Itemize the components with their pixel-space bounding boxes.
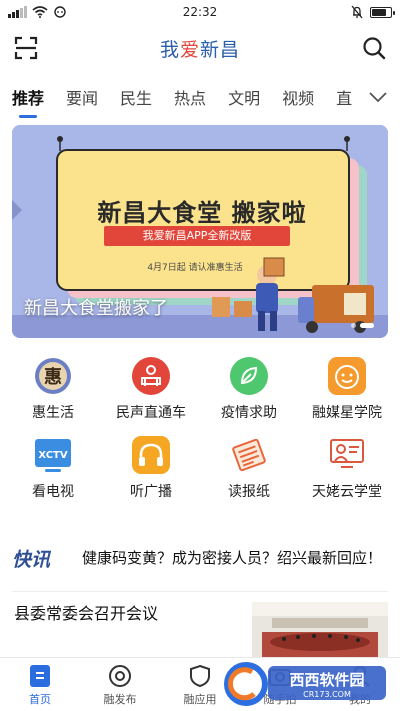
grid-label: 疫情求助 [221,405,277,421]
app-header: 我爱新昌 [0,28,400,68]
tv-icon: XCTV [32,434,74,476]
grid-item-newspaper[interactable]: 读报纸 [202,434,296,501]
mute-bell-icon [351,5,363,19]
search-icon[interactable] [362,36,386,60]
smiley-academy-icon [326,355,368,397]
grid-label: 民声直通车 [116,405,186,421]
grid-label: 听广播 [130,484,172,500]
poster-note: 4月7日起 请认准惠生活 [147,263,243,273]
status-right [272,5,395,19]
tab-recommend[interactable]: 推荐 [12,85,44,109]
svg-text:XCTV: XCTV [38,450,68,461]
grid-item-media-academy[interactable]: 融媒星学院 [300,355,394,422]
grid-label: 看电视 [32,484,74,500]
signal-icon [8,6,27,18]
carousel-dot [351,323,356,328]
expand-tabs-button[interactable] [364,84,392,110]
target-icon [108,663,132,689]
grid-label: 天姥云学堂 [312,484,382,500]
news-flash[interactable]: 快讯 健康码变黄？成为密接人员？绍兴最新回应！ [0,528,400,588]
grid-item-watch-tv[interactable]: XCTV 看电视 [6,434,100,501]
service-grid: 惠 惠生活 民声直通车 疫情求助 融媒星学院 XCTV 看电视 听广播 读报纸 … [0,355,400,513]
poster-heading: 新昌大食堂 搬家啦 [97,199,307,227]
logo-part-3: 新昌 [200,38,241,61]
grid-item-radio[interactable]: 听广播 [104,434,198,501]
service-grid-row: 惠 惠生活 民声直通车 疫情求助 融媒星学院 [0,355,400,422]
status-left [8,6,128,18]
newspaper-icon [228,434,270,476]
tab-civilization[interactable]: 文明 [228,85,260,109]
grid-label: 融媒星学院 [312,405,382,421]
tab-news[interactable]: 要闻 [66,85,98,109]
carousel-indicator [351,323,374,328]
svg-text:西西软件园: 西西软件园 [289,671,364,689]
grid-item-cloud-classroom[interactable]: 天姥云学堂 [300,434,394,501]
grid-label: 读报纸 [228,484,270,500]
channel-tabs: 推荐 要闻 民生 热点 文明 视频 直 [0,78,400,116]
scan-icon[interactable] [14,36,38,60]
news-flash-logo: 快讯 [12,548,51,571]
banner-carousel[interactable]: 新昌大食堂 搬家啦 我爱新昌APP全新改版 4月7日起 请认准惠生活 新昌大食堂… [12,125,388,338]
logo-part-2: 爱 [179,38,200,61]
article-thumbnail [252,602,388,658]
grid-item-epidemic-help[interactable]: 疫情求助 [202,355,296,422]
nav-label: 融发布 [103,692,137,706]
headphones-icon [130,434,172,476]
poster-subtitle: 我爱新昌APP全新改版 [104,226,290,246]
status-time: 22:32 [182,5,218,19]
article-title: 县委常委会召开会议 [14,604,159,623]
message-icon [54,6,66,18]
divider [12,591,388,592]
tab-livelihood[interactable]: 民生 [120,85,152,109]
banner-title: 新昌大食堂搬家了 [24,298,168,319]
svg-text:惠: 惠 [44,367,62,388]
site-watermark-logo: 西西软件园 CR173.COM [222,660,392,706]
grid-item-people-voice[interactable]: 民声直通车 [104,355,198,422]
tab-hot[interactable]: 热点 [174,85,206,109]
nav-label: 融应用 [183,692,217,706]
leaf-help-icon [228,355,270,397]
wifi-icon [32,6,48,18]
status-bar: 22:32 [0,0,400,24]
nav-publish[interactable]: 融发布 [80,658,160,711]
home-icon [29,663,51,689]
hui-life-icon: 惠 [32,355,74,397]
grid-item-hui-life[interactable]: 惠 惠生活 [6,355,100,422]
people-voice-icon [130,355,172,397]
battery-icon [370,6,395,18]
tab-video[interactable]: 视频 [282,85,314,109]
chevron-down-icon [369,92,387,103]
article-card[interactable]: 县委常委会召开会议 [0,598,400,658]
service-grid-row: XCTV 看电视 听广播 读报纸 天姥云学堂 [0,434,400,501]
nav-home[interactable]: 首页 [0,658,80,711]
svg-text:CR173.COM: CR173.COM [303,690,351,699]
nav-label: 首页 [29,692,51,706]
shield-app-icon [189,663,211,689]
cloud-classroom-icon [326,434,368,476]
grid-label: 惠生活 [32,405,74,421]
app-logo: 我爱新昌 [160,35,240,62]
logo-part-1: 我 [159,38,180,61]
news-flash-text: 健康码变黄？成为密接人员？绍兴最新回应！ [82,548,383,567]
tab-live[interactable]: 直 [336,85,352,109]
carousel-dot-active [360,323,374,328]
